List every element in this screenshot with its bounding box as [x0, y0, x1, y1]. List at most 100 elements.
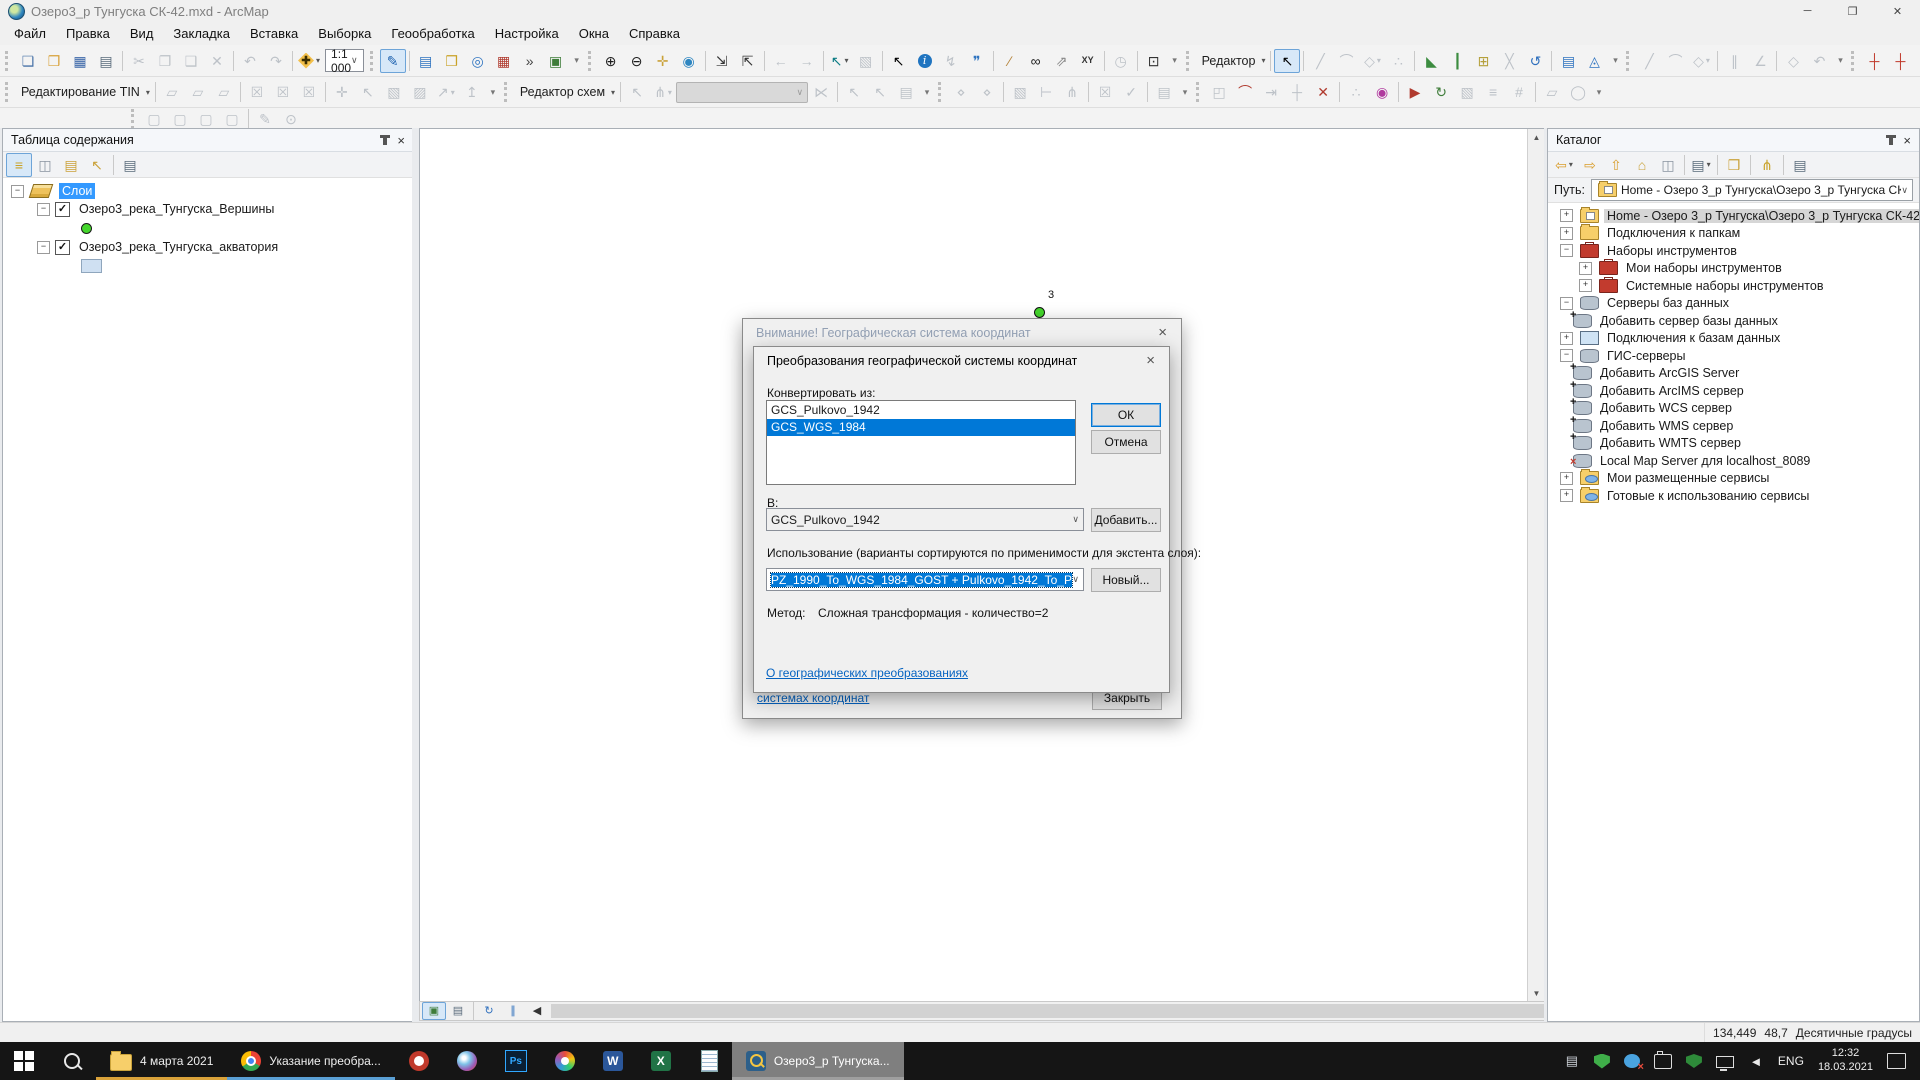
- minimize-button[interactable]: ─: [1785, 0, 1830, 22]
- toolbar-overflow-button[interactable]: ▾: [569, 49, 585, 73]
- schematic-layer-combo[interactable]: ∨: [676, 82, 808, 103]
- toc-list-by-visibility-button[interactable]: ▤: [58, 153, 84, 177]
- convert-from-listbox[interactable]: GCS_Pulkovo_1942 GCS_WGS_1984: [766, 400, 1076, 485]
- layout-pan-button[interactable]: ▢: [193, 107, 219, 131]
- toolbar-overflow-button[interactable]: ▾: [1832, 49, 1848, 73]
- about-transformations-link[interactable]: О географических преобразованиях: [766, 666, 968, 680]
- add-data-button[interactable]: ✚ ▾: [296, 49, 322, 73]
- arctoolbox-window-button[interactable]: ▦: [491, 49, 517, 73]
- catalog-options-button[interactable]: ▤: [1787, 153, 1813, 177]
- toc-list-by-selection-button[interactable]: ↖: [84, 153, 110, 177]
- split-line-button[interactable]: ╳: [1496, 49, 1522, 73]
- catalog-tree-item[interactable]: − Серверы баз данных: [1548, 295, 1919, 313]
- taskbar-word-button[interactable]: W: [589, 1042, 637, 1080]
- new-button[interactable]: Новый...: [1091, 568, 1161, 592]
- catalog-contents-view-button[interactable]: ▤ ▾: [1688, 153, 1714, 177]
- catalog-tree-item[interactable]: − ГИС-серверы: [1548, 347, 1919, 365]
- toolbar-overflow-button[interactable]: ▾: [1591, 80, 1607, 104]
- close-icon[interactable]: ×: [1142, 352, 1159, 369]
- catalog-tree-item[interactable]: + Home - Озеро 3_р Тунгуска\Озеро 3_р Ту…: [1548, 207, 1919, 225]
- python-window-button[interactable]: »: [517, 49, 543, 73]
- catalog-item-label[interactable]: Системные наборы инструментов: [1623, 279, 1827, 293]
- schematic-select-button[interactable]: ↖: [841, 80, 867, 104]
- catalog-item-label[interactable]: Мои наборы инструментов: [1623, 261, 1785, 275]
- menu-item[interactable]: Окна: [569, 23, 619, 44]
- tin-move-node-button[interactable]: ✛: [329, 80, 355, 104]
- catalog-item-label[interactable]: Подключения к базам данных: [1604, 331, 1783, 345]
- cancel-button[interactable]: Отмена: [1091, 430, 1161, 454]
- schematic-select-alt-button[interactable]: ↖: [867, 80, 893, 104]
- measure-button[interactable]: ∕: [997, 49, 1023, 73]
- into-combo[interactable]: GCS_Pulkovo_1942 ∨: [766, 508, 1084, 531]
- taskbar-photoshop-button[interactable]: Ps: [491, 1042, 541, 1080]
- close-icon[interactable]: ×: [1154, 324, 1171, 341]
- cogo-report-button[interactable]: ┼: [1913, 49, 1920, 73]
- catalog-back-button[interactable]: ⇦ ▾: [1551, 153, 1577, 177]
- rep-move-button[interactable]: ⇥: [1258, 80, 1284, 104]
- catalog-tree-item[interactable]: Добавить ArcGIS Server: [1548, 365, 1919, 383]
- catalog-tree-view-button[interactable]: ⋔: [1754, 153, 1780, 177]
- georef-links-button[interactable]: ▧: [1454, 80, 1480, 104]
- edit-vertices-button[interactable]: ◣: [1418, 49, 1444, 73]
- catalog-tree-item[interactable]: + Подключения к папкам: [1548, 225, 1919, 243]
- notification-center-icon[interactable]: [1887, 1053, 1906, 1069]
- toc-list-by-drawing-order-button[interactable]: ≡: [6, 153, 32, 177]
- expander[interactable]: +: [1560, 472, 1573, 485]
- expander[interactable]: +: [1579, 262, 1592, 275]
- toc-layer-row[interactable]: − ✓ Озеро3_река_Тунгуска_акватория: [3, 238, 413, 256]
- coordinate-systems-link[interactable]: системах координат: [757, 691, 869, 705]
- layout-full-button[interactable]: ▢: [219, 107, 245, 131]
- catalog-connect-folder-button[interactable]: ❒: [1721, 153, 1747, 177]
- layer-visibility-checkbox[interactable]: ✓: [55, 202, 70, 217]
- tin-delete-edge-button[interactable]: ☒: [270, 80, 296, 104]
- usb-icon[interactable]: [1654, 1054, 1672, 1069]
- modelbuilder-window-button[interactable]: ▣: [543, 49, 569, 73]
- time-slider-button[interactable]: ◷: [1108, 49, 1134, 73]
- toolbar-grip[interactable]: [588, 51, 594, 71]
- select-elements-button[interactable]: ↖: [886, 49, 912, 73]
- validate-selection-button[interactable]: ☒: [1092, 80, 1118, 104]
- catalog-tree-item[interactable]: Добавить WMTS сервер: [1548, 435, 1919, 453]
- parallel-tool-button[interactable]: ∥: [1721, 49, 1747, 73]
- toolbar-grip[interactable]: [131, 109, 137, 129]
- taskbar-paint-button[interactable]: [541, 1042, 589, 1080]
- menu-item[interactable]: Вставка: [240, 23, 308, 44]
- tin-add-line-button[interactable]: ▱: [185, 80, 211, 104]
- schematic-properties-button[interactable]: ▤: [893, 80, 919, 104]
- toolbar-overflow-button[interactable]: ▾: [485, 80, 501, 104]
- expander[interactable]: −: [37, 203, 50, 216]
- taskbar-notepad-button[interactable]: [685, 1042, 732, 1080]
- toc-options-button[interactable]: ▤: [117, 153, 143, 177]
- toolbar-grip[interactable]: [938, 82, 944, 102]
- taskbar-chrome-button[interactable]: Указание преобра...: [227, 1042, 394, 1080]
- layer-label[interactable]: Озеро3_река_Тунгуска_акватория: [76, 239, 281, 255]
- expander[interactable]: −: [1560, 244, 1573, 257]
- search-window-button[interactable]: ◎: [465, 49, 491, 73]
- menu-item[interactable]: Настройка: [485, 23, 569, 44]
- angle-tool-button[interactable]: ∠: [1747, 49, 1773, 73]
- network-globe-icon[interactable]: [1624, 1054, 1640, 1068]
- catalog-path-combo[interactable]: Home - Озеро 3_р Тунгуска\Озеро 3_р Тунг…: [1591, 179, 1913, 201]
- toc-root-row[interactable]: − Слои: [3, 182, 413, 200]
- poly-select-button[interactable]: ▱: [1539, 80, 1565, 104]
- full-extent-button[interactable]: ◉: [676, 49, 702, 73]
- catalog-tree-item[interactable]: + Мои размещенные сервисы: [1548, 470, 1919, 488]
- catalog-item-label[interactable]: Local Map Server для localhost_8089: [1597, 454, 1813, 468]
- attributes-window-button[interactable]: ▤: [1555, 49, 1581, 73]
- ok-button[interactable]: ОК: [1091, 403, 1161, 427]
- html-popup-button[interactable]: ❞: [964, 49, 990, 73]
- close-button[interactable]: ✕: [1875, 0, 1920, 22]
- layout-edit-button[interactable]: ✎: [252, 107, 278, 131]
- close-icon[interactable]: ×: [1903, 134, 1911, 147]
- hyperlink-button[interactable]: ↯: [938, 49, 964, 73]
- defender-shield-icon[interactable]: [1686, 1054, 1702, 1068]
- coordinate-system-option[interactable]: GCS_WGS_1984: [767, 419, 1075, 436]
- taskbar-arcmap-button[interactable]: Озеро3_р Тунгуска...: [732, 1042, 904, 1080]
- fixed-zoom-in-button[interactable]: ⇲: [709, 49, 735, 73]
- paste-button[interactable]: ❑: [178, 49, 204, 73]
- catalog-tree-item[interactable]: + Подключения к базам данных: [1548, 330, 1919, 348]
- cut-button[interactable]: ✂: [126, 49, 152, 73]
- toolbar-grip[interactable]: [1851, 51, 1857, 71]
- catalog-item-label[interactable]: Мои размещенные сервисы: [1604, 471, 1772, 485]
- layout-view-button[interactable]: ▤: [446, 1002, 470, 1020]
